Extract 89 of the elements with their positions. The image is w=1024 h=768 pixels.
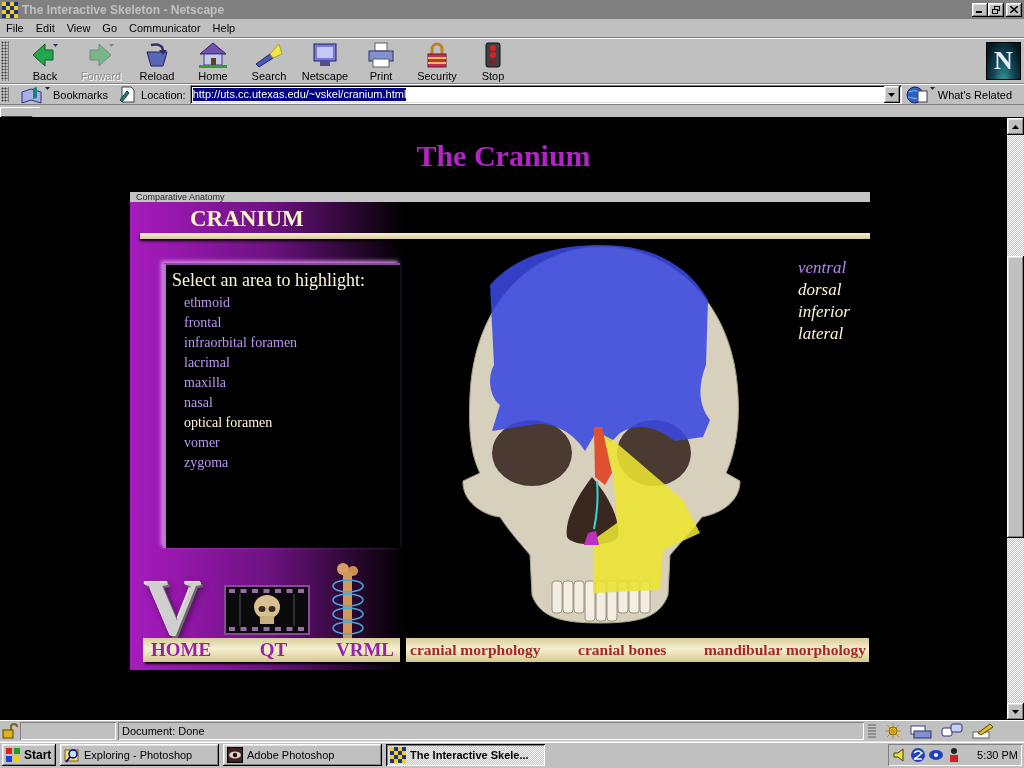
caret-down-icon: [888, 92, 896, 97]
checker-icon: [2, 1, 18, 18]
page-icon[interactable]: [119, 86, 136, 103]
bone-spiral-icon[interactable]: [329, 562, 366, 638]
caret-up-icon: [1012, 124, 1019, 129]
view-link[interactable]: ventral: [798, 257, 847, 279]
toolbar-button[interactable]: Netscape: [297, 40, 353, 82]
area-link[interactable]: maxilla: [184, 373, 226, 393]
status-text: Document: Done: [118, 722, 864, 740]
swirl-icon[interactable]: [910, 747, 926, 763]
area-link[interactable]: ethmoid: [184, 293, 230, 313]
menu-item[interactable]: View: [60, 21, 97, 35]
toolbar-grip[interactable]: [1, 87, 9, 102]
monitor-icon: [311, 42, 339, 68]
clock: 5:30 PM: [977, 749, 1018, 761]
bookmark-folder-icon[interactable]: [21, 85, 51, 104]
taskbar-button[interactable]: The Interactive Skele...: [386, 744, 545, 766]
inbox-icon[interactable]: [910, 723, 932, 739]
view-link[interactable]: dorsal: [798, 279, 842, 301]
bookmarks-button[interactable]: Bookmarks: [53, 88, 109, 101]
location-label: Location:: [141, 88, 186, 101]
view-link[interactable]: lateral: [798, 323, 844, 345]
caret-down-icon: [1012, 709, 1019, 714]
chat-icon[interactable]: [941, 723, 963, 739]
padlock-icon[interactable]: [2, 723, 18, 739]
house-icon: [199, 42, 227, 68]
toolbar-button[interactable]: Home: [185, 40, 241, 82]
whats-related-button[interactable]: What's Related: [937, 88, 1012, 101]
minimize-button[interactable]: [972, 2, 988, 17]
scroll-down-button[interactable]: [1007, 703, 1024, 720]
sun-icon[interactable]: [885, 723, 901, 739]
close-icon: [1010, 6, 1018, 13]
reload-icon: [143, 42, 171, 68]
toolbar-button[interactable]: Back: [17, 40, 73, 82]
menu-item[interactable]: Help: [206, 21, 242, 35]
toolbar-button[interactable]: Reload: [129, 40, 185, 82]
printer-icon: [367, 42, 395, 68]
menu-item[interactable]: Go: [96, 21, 124, 35]
page-title: The Cranium: [415, 140, 592, 172]
toolbar-button[interactable]: Print: [353, 40, 409, 82]
location-field[interactable]: http://uts.cc.utexas.edu/~vskel/cranium.html: [189, 85, 902, 104]
nav-link[interactable]: QT: [259, 639, 288, 661]
film-strip-icon[interactable]: [223, 585, 310, 635]
toolbar-grip[interactable]: [1, 41, 9, 81]
area-prompt: Select an area to highlight:: [172, 269, 366, 291]
v-logo[interactable]: V: [144, 576, 202, 640]
area-link[interactable]: vomer: [184, 433, 220, 453]
grip-icon[interactable]: [868, 724, 876, 738]
restore-icon: [992, 5, 1000, 14]
right-arrow-icon: [87, 42, 115, 68]
flag-icon: [5, 747, 21, 763]
nav-link[interactable]: VRML: [335, 639, 394, 661]
restore-button[interactable]: [988, 2, 1004, 17]
oval-icon[interactable]: [928, 747, 944, 763]
pen-icon[interactable]: [972, 723, 994, 739]
area-link[interactable]: nasal: [184, 393, 213, 413]
nav-link[interactable]: cranial bones: [578, 640, 667, 660]
area-link[interactable]: frontal: [184, 313, 222, 333]
menu-item[interactable]: Communicator: [123, 21, 207, 35]
nav-link[interactable]: mandibular morphology: [703, 640, 866, 660]
start-button[interactable]: Start: [2, 744, 56, 766]
flashlight-icon: [255, 42, 283, 68]
window-title: The Interactive Skeleton - Netscape: [22, 2, 225, 17]
taskbar-button[interactable]: Adobe Photoshop: [223, 744, 382, 766]
area-link[interactable]: zygoma: [184, 453, 229, 473]
collapsed-toolbar-tab[interactable]: [0, 107, 40, 117]
menu-item[interactable]: File: [0, 21, 30, 35]
section-heading: CRANIUM: [190, 206, 305, 231]
globe-pages-icon[interactable]: [905, 85, 936, 104]
checker-icon: [390, 747, 406, 763]
toolbar-button[interactable]: Security: [409, 40, 465, 82]
logo-button[interactable]: N: [986, 42, 1021, 80]
nav-link[interactable]: cranial morphology: [410, 640, 541, 660]
toolbar-button[interactable]: Search: [241, 40, 297, 82]
area-link[interactable]: infraorbital foramen: [184, 333, 298, 353]
left-arrow-icon: [31, 42, 59, 68]
area-link[interactable]: optical foramen: [184, 413, 273, 433]
toolbar-button[interactable]: Stop: [465, 40, 521, 82]
eye-icon: [227, 747, 243, 763]
close-button[interactable]: [1006, 2, 1022, 17]
scrollbar-thumb[interactable]: [1007, 256, 1024, 538]
area-link[interactable]: lacrimal: [184, 353, 230, 373]
banner-strip: Comparative Anatomy: [130, 192, 870, 202]
view-link[interactable]: inferior: [798, 301, 850, 323]
nav-link[interactable]: HOME: [151, 639, 212, 661]
taskbar-button[interactable]: Exploring - Photoshop: [60, 744, 219, 766]
magnifier-icon: [64, 747, 80, 763]
scroll-up-button[interactable]: [1007, 118, 1024, 135]
menu-item[interactable]: Edit: [29, 21, 61, 35]
